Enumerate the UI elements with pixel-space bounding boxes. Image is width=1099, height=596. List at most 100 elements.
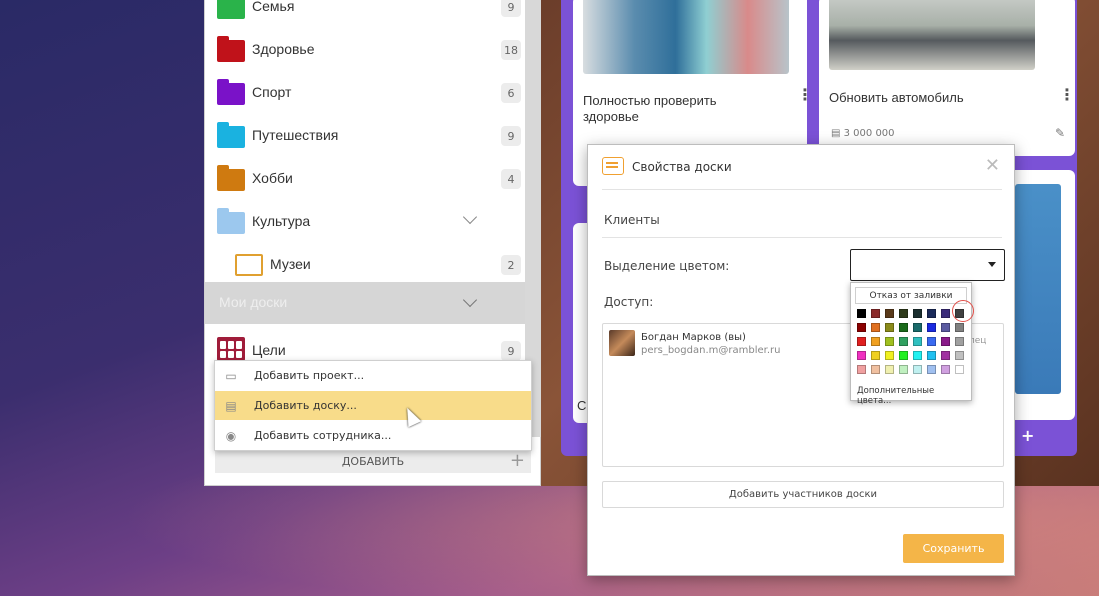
color-swatch[interactable] [871,365,880,374]
access-label: Доступ: [604,295,654,309]
member-name: Богдан Марков (вы) [641,332,746,343]
task-card[interactable]: Обновить автомобиль ⋮ ▤ 3 000 000 ✎ [819,0,1075,156]
folder-icon [217,165,245,191]
sidebar-item-sport[interactable]: Спорт 6 [205,71,525,114]
color-swatch[interactable] [871,337,880,346]
no-fill-option[interactable]: Отказ от заливки [855,287,967,304]
dialog-header: Свойства доски ✕ [588,145,1014,189]
color-swatch-grid [857,309,967,374]
color-swatch[interactable] [913,323,922,332]
color-swatch[interactable] [927,351,936,360]
card-photo [1015,184,1061,394]
color-swatch[interactable] [955,365,964,374]
attachment-icon[interactable]: ✎ [1055,126,1065,140]
color-swatch[interactable] [927,337,936,346]
color-swatch[interactable] [955,351,964,360]
save-button[interactable]: Сохранить [903,534,1004,563]
sidebar-item-museums[interactable]: Музеи 2 [205,243,525,286]
card-photo [829,0,1035,70]
sidebar-item-label: Культура [252,213,311,229]
folder-icon [217,79,245,105]
add-button[interactable]: ДОБАВИТЬ + [215,449,531,473]
sidebar-item-label: Цели [252,342,286,358]
more-colors-link[interactable]: Дополнительные цвета... [857,386,971,406]
my-boards-section-header[interactable]: Мои доски [205,282,525,324]
color-swatch[interactable] [885,351,894,360]
board-icon: ▤ [225,398,237,413]
sidebar-item-health[interactable]: Здоровье 18 [205,28,525,71]
add-button-label: ДОБАВИТЬ [341,454,405,468]
user-icon: ◉ [225,428,237,443]
color-swatch[interactable] [857,337,866,346]
color-swatch[interactable] [857,323,866,332]
color-swatch[interactable] [885,365,894,374]
add-popup-menu: ▭ Добавить проект... ▤ Добавить доску...… [214,360,532,451]
color-swatch[interactable] [871,351,880,360]
sidebar-item-hobby[interactable]: Хобби 4 [205,157,525,200]
color-swatch[interactable] [927,365,936,374]
card-menu-icon[interactable]: ⋮ [1059,87,1075,103]
menu-item-add-project[interactable]: ▭ Добавить проект... [215,361,531,390]
color-swatch[interactable] [857,365,866,374]
plus-icon: + [509,450,525,471]
color-swatch[interactable] [941,309,950,318]
folder-icon [217,36,245,62]
color-swatch[interactable] [899,351,908,360]
item-count-badge: 9 [501,341,521,361]
color-swatch[interactable] [913,337,922,346]
member-email: pers_bogdan.m@rambler.ru [641,345,781,356]
card-menu-icon[interactable]: ⋮ [797,87,813,103]
color-swatch[interactable] [899,337,908,346]
menu-item-add-employee[interactable]: ◉ Добавить сотрудника... [215,421,531,450]
menu-item-label: Добавить проект... [254,369,365,382]
color-swatch[interactable] [941,323,950,332]
add-members-button[interactable]: Добавить участников доски [602,481,1004,508]
close-icon[interactable]: ✕ [985,155,1000,176]
menu-item-add-board[interactable]: ▤ Добавить доску... [215,391,531,420]
avatar [609,330,635,356]
chevron-down-icon[interactable] [462,292,478,308]
sidebar-item-label: Спорт [252,84,292,100]
card-title: Полностью проверить здоровье [583,93,717,124]
color-swatch[interactable] [941,365,950,374]
sidebar-item-travel[interactable]: Путешествия 9 [205,114,525,157]
color-swatch[interactable] [899,365,908,374]
color-swatch[interactable] [913,309,922,318]
sidebar-item-family[interactable]: Семья 9 [205,0,525,28]
chevron-down-icon[interactable] [462,209,478,225]
color-swatch[interactable] [927,323,936,332]
menu-item-label: Добавить доску... [254,399,357,412]
color-swatch[interactable] [913,365,922,374]
sidebar-item-culture[interactable]: Культура [205,200,525,243]
color-swatch[interactable] [899,309,908,318]
color-swatch[interactable] [899,323,908,332]
color-swatch[interactable] [871,323,880,332]
card-title-partial: С [577,398,587,413]
folder-icon [217,0,245,19]
color-swatch[interactable] [955,323,964,332]
add-card-icon[interactable]: + [1021,426,1034,445]
color-palette: Отказ от заливки Дополнительные цвета... [850,282,972,406]
color-swatch[interactable] [885,337,894,346]
item-count-badge: 2 [501,255,521,275]
board-grid-icon [217,337,245,361]
color-select[interactable] [850,249,1005,281]
color-swatch[interactable] [941,337,950,346]
color-label: Выделение цветом: [604,259,730,273]
color-swatch[interactable] [927,309,936,318]
folder-outline-icon [235,254,263,276]
card-budget-value: 3 000 000 [843,128,895,139]
color-swatch[interactable] [941,351,950,360]
color-swatch[interactable] [955,337,964,346]
color-swatch[interactable] [871,309,880,318]
card-photo [583,0,789,74]
item-count-badge: 4 [501,169,521,189]
color-swatch[interactable] [857,351,866,360]
color-swatch[interactable] [913,351,922,360]
color-swatch[interactable] [885,309,894,318]
divider [602,237,1002,238]
color-swatch[interactable] [885,323,894,332]
board-name-field[interactable]: Клиенты [604,213,660,227]
color-swatch[interactable] [857,309,866,318]
item-count-badge: 9 [501,0,521,17]
